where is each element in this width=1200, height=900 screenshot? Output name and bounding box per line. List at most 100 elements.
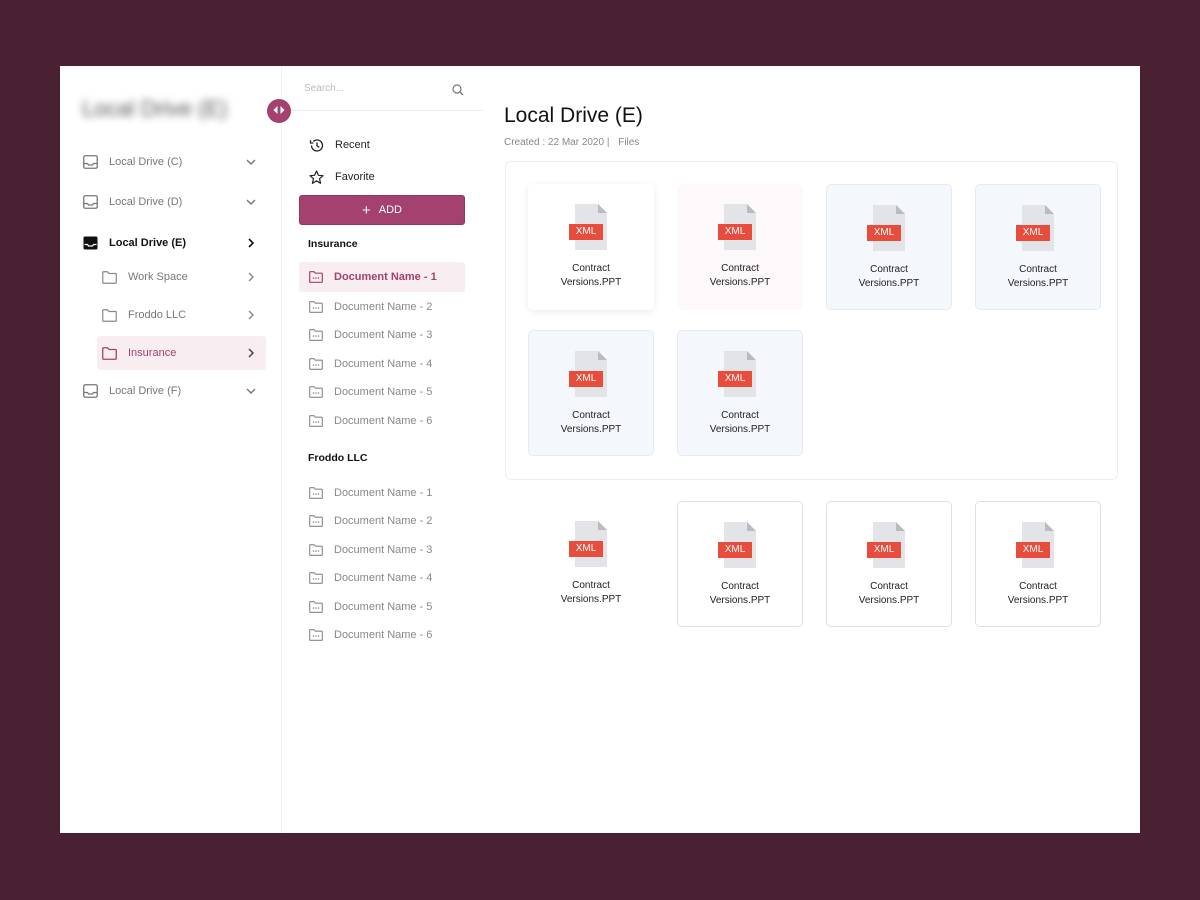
file-type-badge: XML [575,226,597,237]
sidebar-item-local-drive-d[interactable]: Local Drive (D) [78,185,266,219]
file-name: Contract Versions.PPT [709,263,771,288]
document-folder-icon [308,570,324,586]
chevron-down-icon[interactable] [244,384,258,398]
file-card[interactable]: XML Contract Versions.PPT [677,330,803,456]
chevron-right-icon[interactable] [244,308,258,322]
drive-icon [82,194,98,210]
sidebar: Local Drive (E) Local Drive (C) Local Dr… [60,66,281,833]
document-folder-icon [308,384,324,400]
document-name: Document Name - 6 [334,415,433,427]
document-item[interactable]: Document Name - 1 [299,262,465,292]
xml-file-icon: XML [718,204,762,250]
file-name: Contract Versions.PPT [709,410,771,435]
sidebar-item-label: Work Space [128,271,188,283]
nav-recent[interactable]: Recent [308,135,370,155]
file-card[interactable]: XML Contract Versions.PPT [677,501,803,627]
document-item[interactable]: Document Name - 3 [299,320,465,350]
file-name: Contract Versions.PPT [1007,264,1069,289]
xml-file-icon: XML [718,522,762,568]
file-type-badge: XML [873,544,895,555]
chevron-right-icon[interactable] [244,236,258,250]
document-folder-icon [308,542,324,558]
plus-icon: + [362,201,371,219]
sidebar-item-local-drive-c[interactable]: Local Drive (C) [78,145,266,179]
xml-file-icon: XML [718,351,762,397]
nav-recent-label: Recent [335,139,370,151]
search-icon[interactable] [452,83,464,101]
xml-file-icon: XML [1016,522,1060,568]
document-name: Document Name - 3 [334,544,433,556]
history-icon [308,137,324,153]
document-item[interactable]: Document Name - 5 [299,377,465,407]
drive-icon [82,235,98,251]
sidebar-item-local-drive-f[interactable]: Local Drive (F) [78,374,266,408]
sidebar-item-local-drive-e[interactable]: Local Drive (E) [78,226,266,260]
document-folder-icon [308,485,324,501]
document-folder-icon [308,413,324,429]
document-name: Document Name - 3 [334,329,433,341]
document-folder-icon [308,513,324,529]
nav-favorite-label: Favorite [335,171,375,183]
search-input[interactable] [304,78,444,98]
collapse-sidebar-button[interactable] [267,99,291,123]
document-item[interactable]: Document Name - 6 [299,620,465,650]
star-icon [308,169,324,185]
sidebar-item-work-space[interactable]: Work Space [97,260,266,294]
document-folder-icon [308,356,324,372]
document-name: Document Name - 4 [334,358,433,370]
document-item[interactable]: Document Name - 2 [299,506,465,536]
file-card[interactable]: XML Contract Versions.PPT [975,184,1101,310]
document-name: Document Name - 2 [334,515,433,527]
sidebar-item-label: Froddo LLC [128,309,187,321]
file-name: Contract Versions.PPT [560,263,622,288]
drive-icon [82,154,98,170]
sidebar-item-froddo-llc[interactable]: Froddo LLC [97,298,266,332]
search-bar [282,66,485,111]
sidebar-item-label: Local Drive (F) [109,385,182,397]
xml-file-icon: XML [569,521,613,567]
sidebar-item-label: Local Drive (E) [109,237,187,249]
document-name: Document Name - 1 [334,487,433,499]
sidebar-item-insurance[interactable]: Insurance [97,336,266,370]
file-name: Contract Versions.PPT [1007,581,1069,606]
document-name: Document Name - 1 [334,271,437,283]
document-item[interactable]: Document Name - 3 [299,535,465,565]
document-folder-icon [308,299,324,315]
files-link[interactable]: Files [618,137,639,148]
file-card[interactable]: XML Contract Versions.PPT [826,501,952,627]
file-card[interactable]: XML Contract Versions.PPT [528,184,654,310]
chevron-down-icon[interactable] [244,195,258,209]
file-card[interactable]: XML Contract Versions.PPT [528,501,654,627]
file-name: Contract Versions.PPT [709,581,771,606]
document-item[interactable]: Document Name - 1 [299,478,465,508]
file-name: Contract Versions.PPT [560,410,622,435]
document-item[interactable]: Document Name - 4 [299,563,465,593]
document-item[interactable]: Document Name - 6 [299,406,465,436]
xml-file-icon: XML [867,205,911,251]
file-card[interactable]: XML Contract Versions.PPT [975,501,1101,627]
chevron-right-icon[interactable] [244,270,258,284]
file-card[interactable]: XML Contract Versions.PPT [677,184,803,310]
document-folder-icon [308,327,324,343]
xml-file-icon: XML [1016,205,1060,251]
created-date: Created : 22 Mar 2020 | [504,137,610,148]
file-type-badge: XML [575,543,597,554]
document-name: Document Name - 5 [334,386,433,398]
chevron-down-icon[interactable] [244,155,258,169]
document-name: Document Name - 5 [334,601,433,613]
nav-favorite[interactable]: Favorite [308,167,375,187]
xml-file-icon: XML [569,204,613,250]
collapse-arrows-icon [272,102,286,120]
chevron-right-icon[interactable] [244,346,258,360]
document-folder-icon [308,269,324,285]
document-item[interactable]: Document Name - 4 [299,349,465,379]
document-item[interactable]: Document Name - 2 [299,292,465,322]
folder-icon [101,307,117,323]
add-button[interactable]: + ADD [299,195,465,225]
document-item[interactable]: Document Name - 5 [299,592,465,622]
file-type-badge: XML [724,373,746,384]
file-card[interactable]: XML Contract Versions.PPT [528,330,654,456]
section-title-insurance: Insurance [308,238,358,250]
file-card[interactable]: XML Contract Versions.PPT [826,184,952,310]
sidebar-item-label: Local Drive (C) [109,156,183,168]
